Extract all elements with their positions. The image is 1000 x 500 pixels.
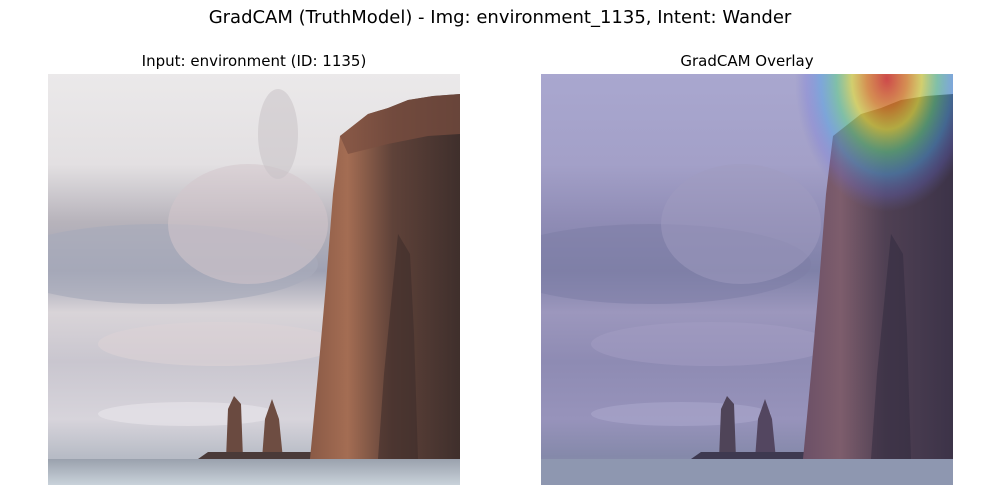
overlay-cloud — [591, 402, 771, 426]
overlay-cloud — [591, 322, 831, 366]
cloud — [98, 402, 278, 426]
overlay-image-drawing — [541, 74, 953, 485]
cloud — [98, 322, 338, 366]
input-image-drawing — [48, 74, 460, 485]
gradcam-overlay-image — [541, 74, 953, 485]
input-panel-title: Input: environment (ID: 1135) — [141, 52, 367, 70]
sea — [48, 459, 460, 485]
input-image — [48, 74, 460, 485]
gradcam-heatmap — [721, 74, 953, 304]
cloud — [168, 164, 328, 284]
figure-title: GradCAM (TruthModel) - Img: environment_… — [208, 7, 792, 28]
cloud — [258, 89, 298, 179]
overlay-sea — [541, 459, 953, 485]
overlay-panel-title: GradCAM Overlay — [680, 52, 814, 70]
